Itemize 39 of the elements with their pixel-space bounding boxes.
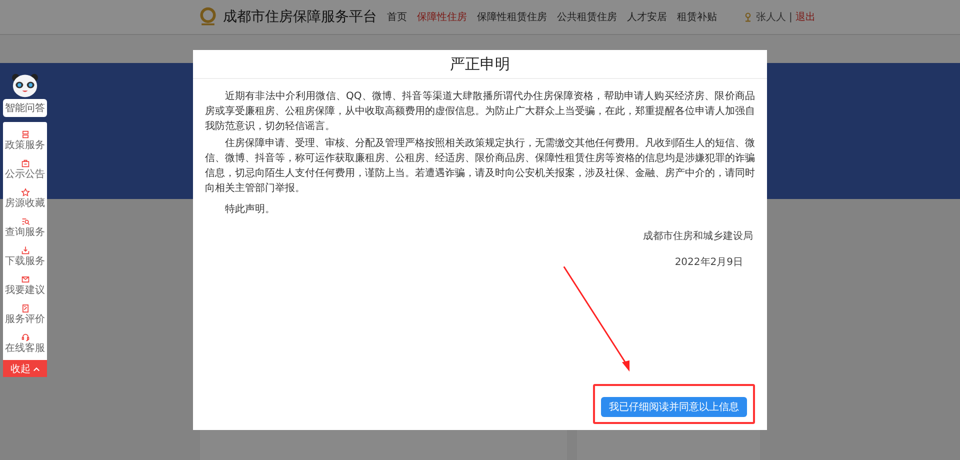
user-name[interactable]: 张人人 xyxy=(756,10,786,24)
sidebar-item[interactable]: 房源收藏 xyxy=(5,198,45,209)
menu-item-icon xyxy=(20,275,30,284)
sidebar-item[interactable]: 在线客服 xyxy=(5,343,45,354)
notice-paragraph: 住房保障申请、受理、审核、分配及管理严格按照相关政策规定执行，无需缴交其他任何费用。凡收到陌生人的短信、微信、微博、抖音等，称可运作获取廉租房、公租房、经适房、限价商品房、保障性租赁住房等资格的信息均是涉嫌犯罪的诈骗信息，切忌向陌生人支付任何费用，谨防上当。若遭遇诈骗，请及时向公安机关报案，涉及社保、金融、房产中介的，请同时向相关主管部门举报。 xyxy=(205,136,755,196)
panda-mascot-icon[interactable] xyxy=(10,72,40,98)
sidebar-item[interactable]: 查询服务 xyxy=(5,227,45,238)
menu-item-icon xyxy=(20,188,30,197)
menu-item-icon xyxy=(20,217,30,226)
sidebar-item[interactable]: 服务评价 xyxy=(5,314,45,325)
user-icon xyxy=(743,12,753,22)
menu-item-icon xyxy=(20,130,30,139)
nav-link[interactable]: 公共租赁住房 xyxy=(557,10,617,24)
collapse-button[interactable]: 收起 xyxy=(3,360,47,377)
date-text: 2022年2月9日 xyxy=(674,256,743,269)
notice-paragraph: 近期有非法中介利用微信、QQ、微博、抖音等渠道大肆散播所谓代办住房保障资格，帮助申请人购买经济房、限价商品房或享受廉租房、公租房保障，从中收取高额费用的虚假信息。为防止广大群众上当受骗，在此，郑重提醒各位申请人加强自我防范意识，切勿轻信谣言。 xyxy=(205,90,755,134)
site-title: 成都市住房保障服务平台 xyxy=(223,8,377,26)
confirm-button[interactable]: 我已仔细阅读并同意以上信息 xyxy=(601,397,747,417)
nav-link[interactable]: 人才安居 xyxy=(627,10,667,24)
caret-icon xyxy=(32,366,40,372)
ring-logo-icon xyxy=(197,6,219,28)
sidebar-item[interactable]: 公示公告 xyxy=(5,169,45,180)
menu-item-icon xyxy=(20,246,30,255)
sidebar-item[interactable]: 政策服务 xyxy=(5,140,45,151)
sidebar-item[interactable]: 我要建议 xyxy=(5,285,45,296)
logout-link[interactable]: 退出 xyxy=(795,10,816,24)
sidebar-item[interactable]: 下载服务 xyxy=(5,256,45,267)
nav-link[interactable]: 首页 xyxy=(387,10,407,24)
nav-link[interactable]: 保障性住房 xyxy=(417,10,467,24)
assistant-label[interactable]: 智能问答 xyxy=(3,99,47,117)
menu-item-icon xyxy=(20,333,30,342)
notice-paragraph: 特此声明。 xyxy=(224,202,276,217)
menu-item-icon xyxy=(20,304,30,313)
separator-text: | xyxy=(789,12,792,22)
menu-item-icon xyxy=(20,159,30,168)
signature-text: 成都市住房和城乡建设局 xyxy=(643,230,753,243)
nav-link[interactable]: 保障性租赁住房 xyxy=(477,10,547,24)
dialog-title: 严正申明 xyxy=(450,54,510,74)
nav-link[interactable]: 租赁补贴 xyxy=(677,10,717,24)
